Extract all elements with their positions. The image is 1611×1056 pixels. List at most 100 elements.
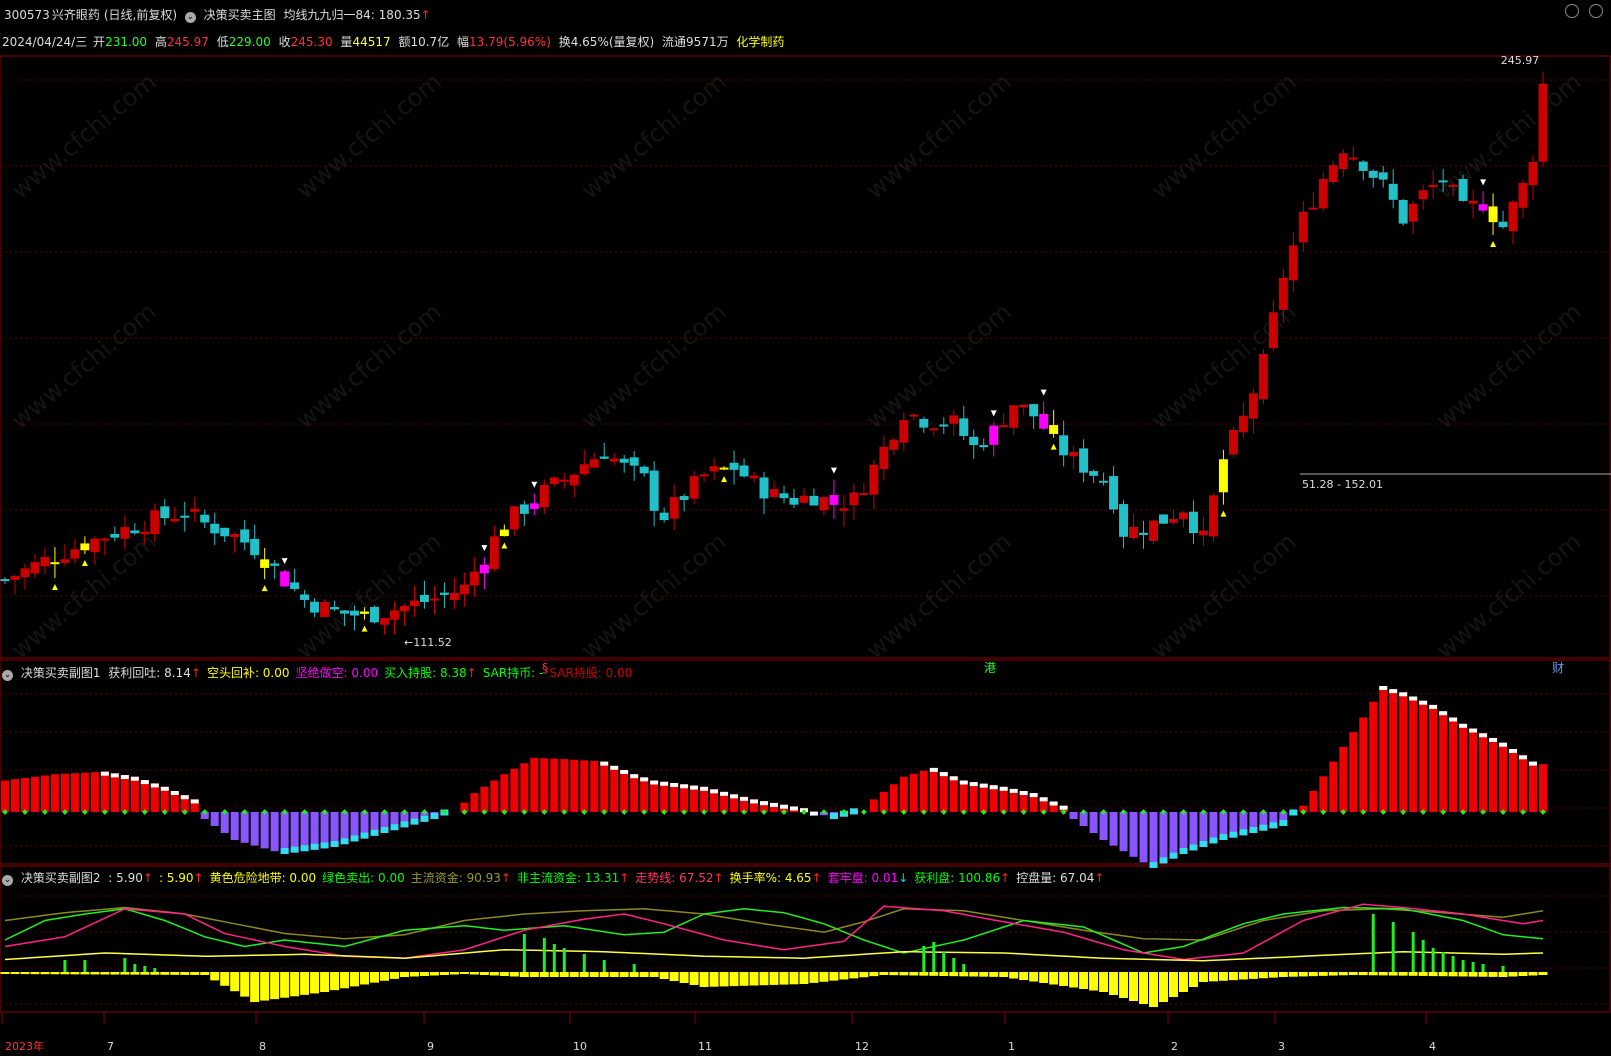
- yellow-bar: [809, 972, 819, 983]
- hist-cap: [1029, 793, 1038, 798]
- candle-body: [0, 579, 10, 582]
- watermark-text: www.cfchi.com: [6, 297, 162, 434]
- watermark-text: www.cfchi.com: [291, 297, 447, 434]
- candle-body: [350, 610, 360, 616]
- candle-body: [399, 605, 409, 612]
- line-非主流资金: [4, 906, 1544, 954]
- yellow-bar: [280, 972, 290, 998]
- x-label-8: 2: [1171, 1040, 1178, 1053]
- green-spike: [1501, 966, 1505, 972]
- buy-arrow-icon: [1050, 443, 1057, 450]
- hist-cap: [1169, 852, 1178, 859]
- candle-body: [1109, 476, 1119, 510]
- hist-bar: [10, 779, 19, 812]
- hist-cap: [1259, 824, 1268, 831]
- candle-body: [90, 538, 100, 553]
- watermark-text: www.cfchi.com: [6, 67, 162, 204]
- candle-body: [559, 479, 569, 482]
- yellow-bar: [1009, 972, 1019, 979]
- hist-bar: [879, 791, 888, 812]
- yellow-bar: [889, 972, 899, 976]
- buy-arrow-icon: [1490, 241, 1497, 248]
- yellow-bar: [1198, 972, 1208, 982]
- hist-bar: [1389, 689, 1398, 812]
- hist-cap: [1409, 696, 1418, 701]
- candle-body: [859, 493, 869, 496]
- candle-body: [360, 611, 370, 614]
- hist-bar: [150, 783, 159, 812]
- yellow-bar: [1508, 972, 1518, 977]
- hist-cap: [380, 827, 389, 833]
- candle-body: [220, 527, 230, 537]
- high-marker: 245.97: [1501, 54, 1540, 67]
- yellow-bar: [799, 972, 809, 984]
- candle-body: [419, 594, 429, 603]
- hist-cap: [929, 767, 938, 772]
- yellow-bar: [1358, 972, 1368, 976]
- candle-body: [499, 529, 509, 537]
- candle-body: [929, 428, 939, 431]
- yellow-bar: [120, 972, 130, 975]
- candle-body: [320, 602, 330, 617]
- hist-cap: [620, 770, 629, 774]
- yellow-bar: [969, 972, 979, 977]
- chart-canvas[interactable]: www.cfchi.com www.cfchi.com www.cfchi.com w…: [0, 0, 1611, 1056]
- hist-bar: [120, 775, 129, 812]
- hist-bar: [1339, 746, 1348, 812]
- hist-bar: [70, 773, 79, 812]
- yellow-bar: [1238, 972, 1248, 980]
- candle-body: [529, 503, 539, 509]
- buy-arrow-icon: [721, 476, 728, 483]
- green-spike: [1421, 940, 1425, 972]
- watermark-text: www.cfchi.com: [1431, 67, 1587, 204]
- buy-arrow-icon: [501, 542, 508, 549]
- yellow-bar: [1428, 972, 1438, 977]
- candle-body: [959, 418, 969, 436]
- candle-body: [100, 538, 110, 541]
- yellow-bar: [1049, 972, 1059, 985]
- hist-cap: [939, 772, 948, 777]
- yellow-bar: [1478, 972, 1488, 977]
- candle-body: [180, 515, 190, 518]
- yellow-bar: [1448, 972, 1458, 977]
- hist-cap: [640, 777, 649, 782]
- hist-bar: [570, 759, 579, 812]
- candle-body: [1448, 184, 1458, 187]
- yellow-bar: [989, 972, 999, 977]
- yellow-bar: [449, 972, 459, 975]
- candle-body: [170, 518, 180, 522]
- candle-body: [1019, 404, 1029, 408]
- green-spike: [63, 960, 67, 972]
- yellow-bar: [1208, 972, 1218, 982]
- yellow-bar: [110, 972, 120, 975]
- candle-body: [799, 495, 809, 503]
- hist-cap: [320, 842, 329, 849]
- yellow-bar: [699, 972, 709, 987]
- candle-body: [210, 523, 220, 534]
- green-spike: [1371, 914, 1375, 972]
- buy-arrow-icon: [261, 585, 268, 592]
- hist-bar: [50, 774, 59, 812]
- x-label-2: 8: [259, 1040, 266, 1053]
- candle-body: [1248, 393, 1258, 419]
- candle-body: [140, 531, 150, 535]
- yellow-bar: [419, 972, 429, 976]
- yellow-bar: [759, 972, 769, 986]
- yellow-bar: [1298, 972, 1308, 977]
- hist-bar: [500, 774, 509, 812]
- candle-body: [370, 606, 380, 623]
- yellow-bar: [1528, 972, 1538, 976]
- yellow-bar: [1348, 972, 1358, 975]
- candle-body: [489, 536, 499, 569]
- line-控盘量: [4, 949, 1544, 962]
- watermark-text: www.cfchi.com: [1146, 67, 1302, 204]
- candle-body: [310, 601, 320, 613]
- hist-cap: [1049, 801, 1058, 806]
- candle-body: [739, 465, 749, 477]
- hist-cap: [1059, 805, 1068, 810]
- hist-bar: [630, 774, 639, 812]
- hist-cap: [710, 789, 719, 794]
- green-spike: [1451, 956, 1455, 972]
- yellow-bar: [1338, 972, 1348, 976]
- yellow-bar: [360, 972, 370, 985]
